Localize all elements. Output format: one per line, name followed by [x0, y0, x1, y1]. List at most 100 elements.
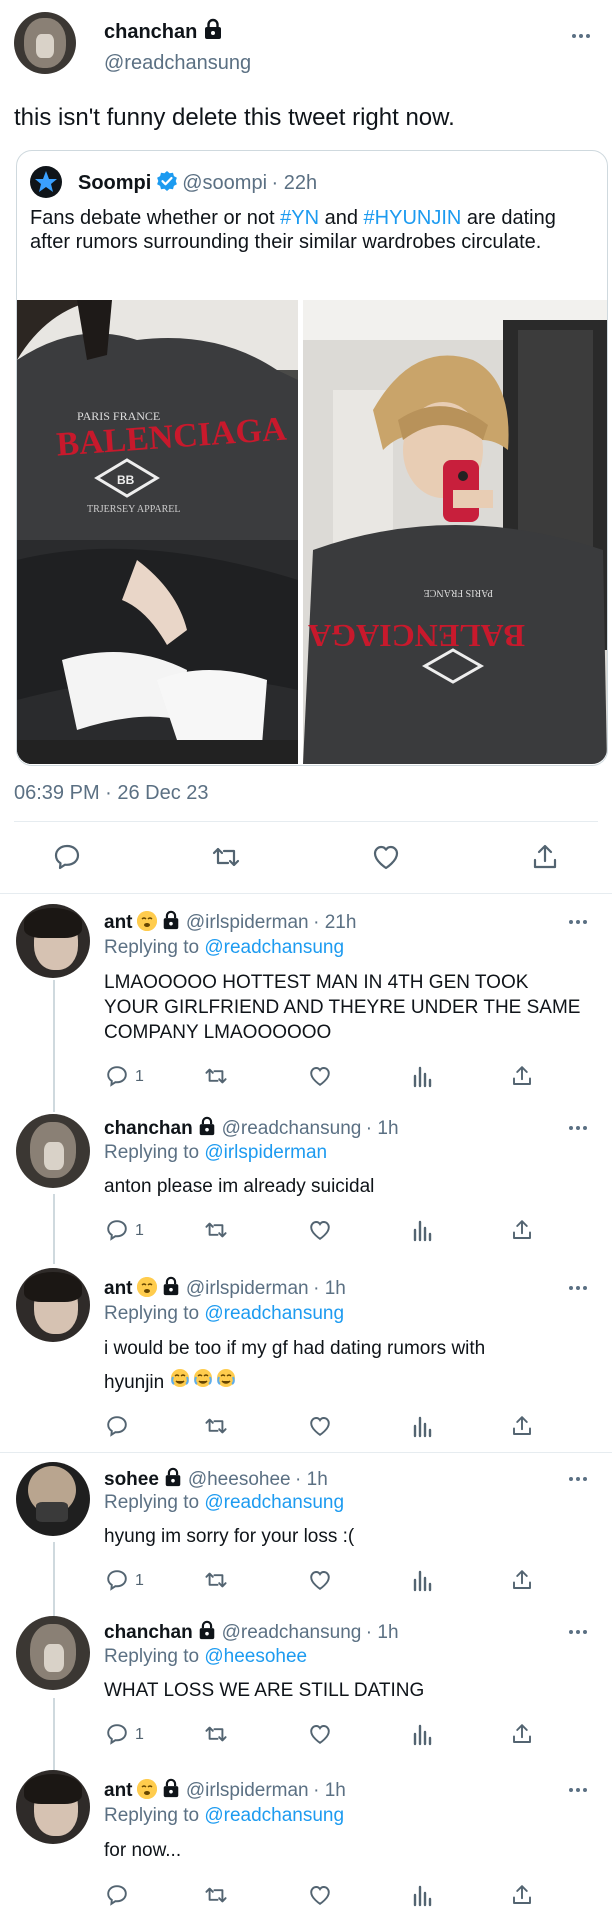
retweet-icon[interactable] [210, 842, 242, 877]
svg-text:BALENCIAGA: BALENCIAGA [308, 618, 525, 654]
verified-badge-icon [156, 170, 178, 197]
lock-icon [161, 1276, 181, 1301]
reply-more-icon[interactable] [568, 1781, 588, 1799]
reply-icon[interactable] [105, 1883, 129, 1912]
tweet-text: this isn't funny delete this tweet right… [14, 104, 455, 131]
reply-more-icon[interactable] [568, 1279, 588, 1297]
author-handle[interactable]: @readchansung [104, 52, 251, 75]
retweet-icon[interactable] [203, 1722, 229, 1751]
share-icon[interactable] [510, 1568, 534, 1597]
lock-icon [161, 1778, 181, 1803]
reply-count: 1 [135, 1726, 144, 1743]
retweet-icon[interactable] [203, 1218, 229, 1247]
analytics-icon[interactable] [411, 1218, 433, 1247]
heart-icon[interactable] [371, 842, 401, 877]
reply-author-handle[interactable]: @irlspiderman [186, 912, 309, 933]
lock-icon [202, 18, 224, 45]
analytics-icon[interactable] [411, 1722, 433, 1751]
reply-author-name[interactable]: ant [104, 1780, 133, 1801]
reply-time: · 1h [313, 1780, 346, 1801]
reply-time: · 1h [365, 1622, 399, 1643]
reply-text: hyung im sorry for your loss :( [104, 1526, 355, 1547]
share-icon[interactable] [510, 1218, 534, 1247]
analytics-icon[interactable] [411, 1064, 433, 1093]
reply-count: 1 [135, 1068, 144, 1085]
replying-to-link[interactable]: @readchansung [204, 1492, 344, 1513]
retweet-icon[interactable] [203, 1883, 229, 1912]
reply-more-icon[interactable] [568, 1119, 588, 1137]
reply-author-name[interactable]: chanchan [104, 1118, 193, 1139]
reply-author-handle[interactable]: @readchansung [222, 1622, 362, 1643]
reply-time: · 1h [365, 1118, 399, 1139]
reply-avatar-ant[interactable] [16, 1770, 90, 1844]
reply-icon[interactable] [52, 842, 82, 877]
reply-author-name[interactable]: ant [104, 1278, 133, 1299]
quoted-author-name[interactable]: Soompi [78, 172, 151, 194]
reply-author-name[interactable]: chanchan [104, 1622, 193, 1643]
reply-6-header: ant @irlspiderman · 1h [104, 1778, 346, 1803]
reply-2-header: chanchan @readchansung · 1h [104, 1116, 399, 1141]
svg-text:BB: BB [117, 473, 135, 487]
hashtag-yn[interactable]: #YN [280, 207, 319, 229]
reply-author-handle[interactable]: @heesohee [188, 1469, 291, 1490]
reply-author-name[interactable]: ant [104, 912, 133, 933]
soompi-avatar[interactable] [30, 166, 62, 198]
quoted-text: Fans debate whether or not #YN and #HYUN… [30, 207, 556, 253]
reply-author-handle[interactable]: @irlspiderman [186, 1780, 309, 1801]
analytics-icon[interactable] [411, 1414, 433, 1443]
reply-text-line-1: i would be too if my gf had dating rumor… [104, 1338, 486, 1359]
quoted-author-handle[interactable]: @soompi [182, 172, 267, 194]
analytics-icon[interactable] [411, 1883, 433, 1912]
heart-icon[interactable] [308, 1218, 332, 1247]
quoted-photo-left[interactable]: PARIS FRANCE BALENCIAGA BB TRJERSEY APPA… [17, 300, 298, 764]
author-name[interactable]: chanchan [104, 21, 197, 43]
reply-icon[interactable] [105, 1414, 129, 1443]
replying-to-link[interactable]: @readchansung [204, 1805, 344, 1826]
reply-avatar-chanchan[interactable] [16, 1616, 90, 1690]
retweet-icon[interactable] [203, 1414, 229, 1443]
emoji-icon [136, 911, 157, 931]
replying-to-link[interactable]: @heesohee [204, 1646, 307, 1667]
retweet-icon[interactable] [203, 1064, 229, 1093]
more-options-icon[interactable] [571, 27, 591, 45]
reply-avatar-ant[interactable] [16, 904, 90, 978]
reply-more-icon[interactable] [568, 1623, 588, 1641]
replying-to-link[interactable]: @irlspiderman [204, 1142, 327, 1163]
reply-icon[interactable] [105, 1064, 129, 1093]
quoted-time: · 22h [271, 172, 318, 194]
retweet-icon[interactable] [203, 1568, 229, 1597]
share-icon[interactable] [510, 1722, 534, 1751]
heart-icon[interactable] [308, 1414, 332, 1443]
reply-more-icon[interactable] [568, 913, 588, 931]
share-icon[interactable] [510, 1414, 534, 1443]
replying-to-link[interactable]: @readchansung [204, 937, 344, 958]
heart-icon[interactable] [308, 1883, 332, 1912]
reply-author-handle[interactable]: @readchansung [222, 1118, 362, 1139]
heart-icon[interactable] [308, 1722, 332, 1751]
replying-to-line: Replying to @heesohee [104, 1646, 308, 1667]
hashtag-hyunjin[interactable]: #HYUNJIN [364, 207, 462, 229]
reply-more-icon[interactable] [568, 1470, 588, 1488]
analytics-icon[interactable] [411, 1568, 433, 1597]
author-avatar[interactable] [14, 12, 76, 74]
reply-avatar-sohee[interactable] [16, 1462, 90, 1536]
reply-1-header: ant @irlspiderman · 21h [104, 910, 356, 935]
heart-icon[interactable] [308, 1568, 332, 1597]
reply-icon[interactable] [105, 1722, 129, 1751]
quoted-photo-right[interactable]: PARIS FRANCE BALENCIAGA [303, 300, 607, 764]
replying-to-line: Replying to @readchansung [104, 937, 345, 958]
share-icon[interactable] [510, 1064, 534, 1093]
reply-author-name[interactable]: sohee [104, 1469, 159, 1490]
reply-icon[interactable] [105, 1218, 129, 1247]
share-icon[interactable] [530, 842, 560, 877]
reply-5-header: chanchan @readchansung · 1h [104, 1620, 399, 1645]
reply-avatar-ant[interactable] [16, 1268, 90, 1342]
share-icon[interactable] [510, 1883, 534, 1912]
heart-icon[interactable] [308, 1064, 332, 1093]
reply-avatar-chanchan[interactable] [16, 1114, 90, 1188]
reply-text: anton please im already suicidal [104, 1176, 375, 1197]
reply-author-handle[interactable]: @irlspiderman [186, 1278, 309, 1299]
reply-time: · 1h [295, 1469, 328, 1490]
reply-icon[interactable] [105, 1568, 129, 1597]
replying-to-link[interactable]: @readchansung [204, 1303, 344, 1324]
